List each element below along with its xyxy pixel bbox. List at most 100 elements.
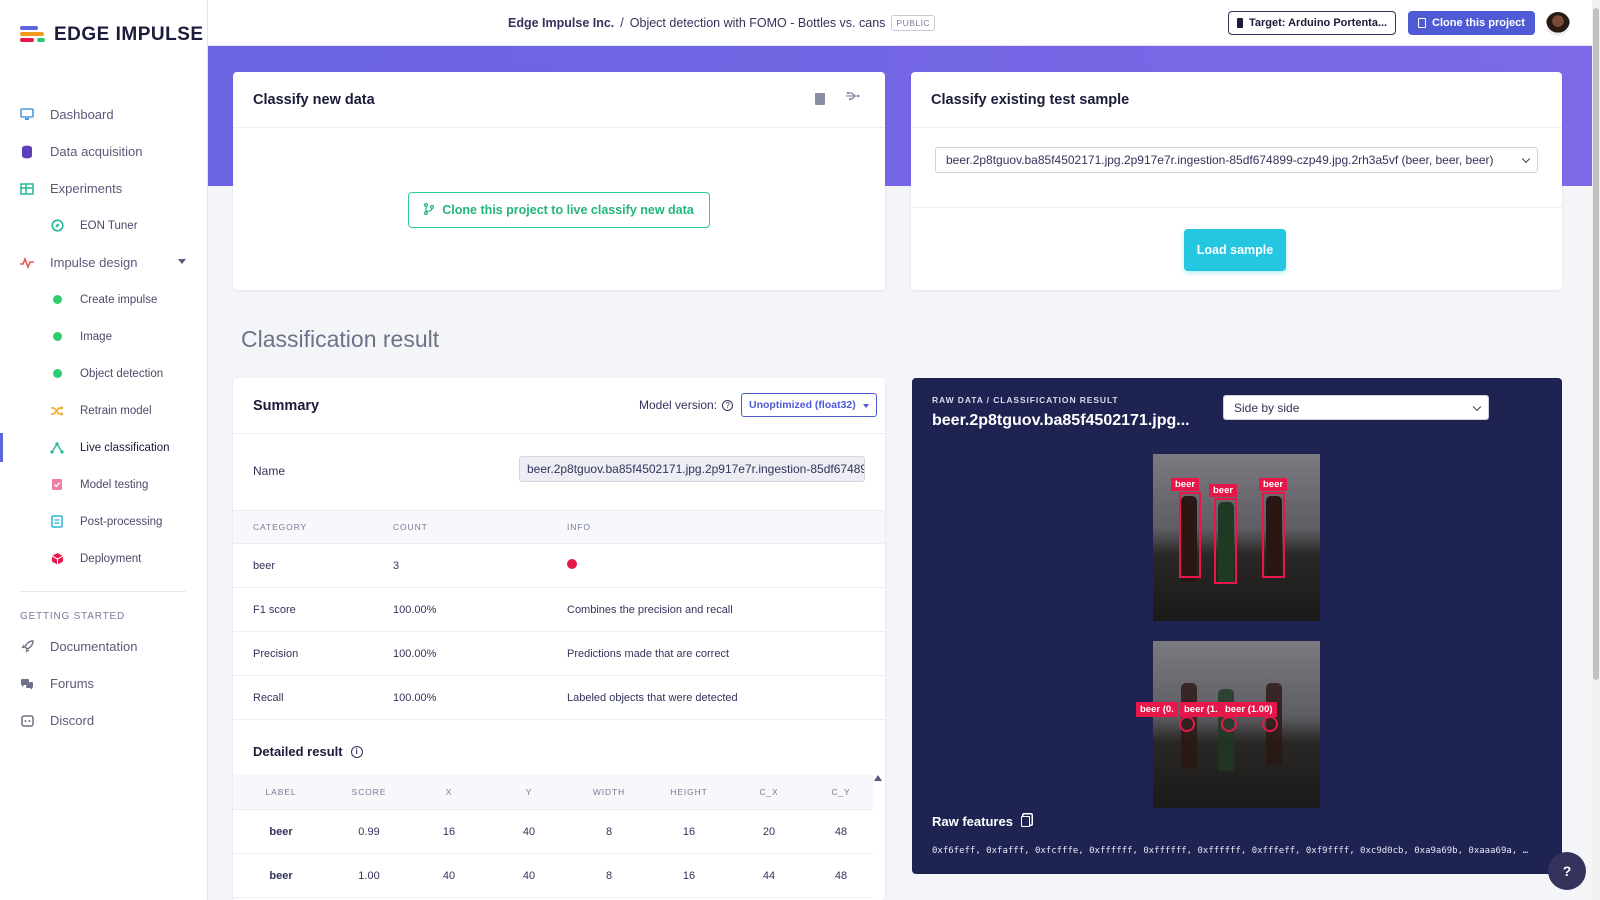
detail-row: beer 1.00 40 40 8 16 44 48 [233,854,873,898]
discord-icon [20,714,34,728]
sidebar-item-experiments[interactable]: Experiments [0,170,208,207]
sample-image-predicted [1153,641,1320,808]
beer-color-dot [567,559,577,569]
column-header: HEIGHT [670,787,708,797]
sidebar-item-create-impulse[interactable]: Create impulse [0,281,208,318]
summary-card: Summary Model version: ? Unoptimized (fl… [233,378,885,900]
getting-started-label: GETTING STARTED [20,610,125,622]
count-cell: 100.00% [393,691,437,704]
centroid-marker [1179,716,1195,732]
sidebar-item-discord[interactable]: Discord [0,702,208,739]
sidebar-item-dashboard[interactable]: Dashboard [0,96,208,133]
height-cell: 16 [682,825,696,838]
target-device-button[interactable]: Target: Arduino Portenta... [1228,11,1397,35]
detailed-result-header: Detailed result i [253,744,363,759]
test-sample-select-value: beer.2p8tguov.ba85f4502171.jpg.2p917e7r.… [946,153,1494,167]
sidebar-item-impulse-design[interactable]: Impulse design [0,244,208,281]
detailed-result-title: Detailed result [253,744,343,759]
edge-impulse-logo-icon [20,25,46,45]
column-header: WIDTH [592,787,626,797]
sidebar-item-label: Object detection [80,367,164,380]
sidebar-item-documentation[interactable]: Documentation [0,628,208,665]
chip-icon[interactable] [815,93,825,105]
help-button[interactable]: ? [1548,852,1586,890]
count-cell: 100.00% [393,647,437,660]
scroll-up-icon[interactable] [874,775,882,781]
dot-icon [50,330,64,344]
sidebar: EDGE IMPULSE Dashboard Data acquisition … [0,0,208,900]
sidebar-item-eon-tuner[interactable]: EON Tuner [0,207,208,244]
sidebar-item-label: Live classification [80,441,170,454]
clone-project-button[interactable]: Clone this project [1408,11,1535,35]
chip-icon [1237,18,1243,28]
sidebar-item-deployment[interactable]: Deployment [0,540,208,577]
view-mode-value: Side by side [1234,400,1300,415]
detailed-result-table: LABEL SCORE X Y WIDTH HEIGHT C_X C_Y bee… [233,775,873,898]
sidebar-item-data-acquisition[interactable]: Data acquisition [0,133,208,170]
sidebar-item-label: Retrain model [80,404,152,417]
load-sample-button[interactable]: Load sample [1184,229,1286,271]
centroid-marker [1221,716,1237,732]
prediction-label: beer (1.00) [1221,702,1277,717]
sidebar-item-label: Image [80,330,112,343]
sidebar-divider [20,591,186,592]
sample-name-field[interactable]: beer.2p8tguov.ba85f4502171.jpg.2p917e7r.… [519,456,865,482]
shuffle-icon [50,404,64,418]
classify-new-data-card: Classify new data Clone this project to … [233,72,885,290]
column-header: CATEGORY [253,522,308,532]
card-header: Classify new data [233,72,885,128]
score-cell: 0.99 [358,825,380,838]
table-row: F1 score 100.00% Combines the precision … [233,588,885,632]
bounding-box [1179,492,1201,578]
classify-existing-sample-card: Classify existing test sample beer.2p8tg… [911,72,1562,290]
breadcrumb-org[interactable]: Edge Impulse Inc. [508,16,614,30]
sidebar-item-image[interactable]: Image [0,318,208,355]
clone-to-live-classify-button[interactable]: Clone this project to live classify new … [408,192,710,228]
raw-features-title: Raw features [932,814,1013,829]
sidebar-item-label: EON Tuner [80,219,138,232]
y-cell: 40 [522,825,536,838]
width-cell: 8 [605,869,613,882]
sidebar-item-forums[interactable]: Forums [0,665,208,702]
sample-image-labeled: beer beer beer [1153,454,1320,621]
info-cell [567,559,885,572]
page-scrollbar[interactable] [1592,0,1600,900]
sidebar-item-label: Experiments [50,181,123,196]
info-icon[interactable]: i [350,745,363,758]
breadcrumb: Edge Impulse Inc. / Object detection wit… [508,15,936,31]
x-cell: 16 [442,825,456,838]
user-avatar[interactable] [1546,12,1570,36]
sidebar-item-post-processing[interactable]: Post-processing [0,503,208,540]
view-mode-select[interactable]: Side by side [1223,395,1489,420]
usb-icon[interactable] [845,89,861,107]
sidebar-item-model-testing[interactable]: Model testing [0,466,208,503]
scrollbar-thumb[interactable] [1593,8,1599,680]
chevron-down-icon [1521,154,1531,164]
copy-icon[interactable] [1020,816,1030,827]
chevron-down-icon[interactable] [178,259,186,264]
sidebar-nav: Dashboard Data acquisition Experiments E… [0,96,208,739]
model-version-value: Unoptimized (float32) [749,399,856,411]
count-cell: 3 [393,559,400,572]
sidebar-item-live-classification[interactable]: Live classification [0,429,208,466]
column-header: SCORE [351,787,387,797]
rocket-icon [20,640,34,654]
sidebar-item-retrain-model[interactable]: Retrain model [0,392,208,429]
logo[interactable]: EDGE IMPULSE [20,24,204,46]
test-sample-select[interactable]: beer.2p8tguov.ba85f4502171.jpg.2p917e7r.… [935,147,1538,173]
card-divider [911,207,1562,208]
help-icon[interactable]: ? [722,399,734,411]
cy-cell: 48 [834,869,848,882]
chat-icon [20,677,34,691]
clone-project-label: Clone this project [1432,17,1525,29]
sidebar-item-label: Forums [50,676,95,691]
model-version-select[interactable]: Unoptimized (float32) [741,393,877,417]
sidebar-item-object-detection[interactable]: Object detection [0,355,208,392]
card-title: Classify new data [253,91,375,108]
raw-features-header: Raw features [932,814,1030,829]
sidebar-item-label: Data acquisition [50,144,143,159]
raw-data-label: RAW DATA / CLASSIFICATION RESULT [932,395,1119,405]
logo-text: EDGE IMPULSE [54,24,204,45]
prediction-label: beer (0. [1136,702,1178,717]
cube-icon [50,552,64,566]
